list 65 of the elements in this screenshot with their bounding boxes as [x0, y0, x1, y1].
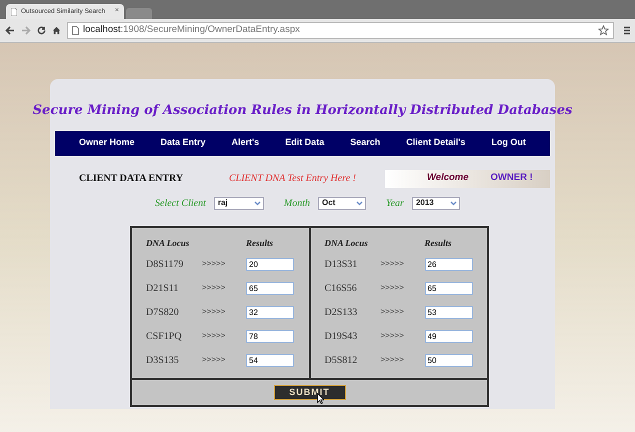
locus-label: D21S11 [146, 282, 180, 296]
nav-link[interactable]: Owner Home [79, 136, 135, 150]
arrow-text: >>>>> [380, 354, 405, 366]
locus-label: D5S812 [324, 354, 358, 368]
locus-label: D3S135 [146, 354, 180, 368]
result-input[interactable]: 32 [246, 306, 294, 318]
section-title: CLIENT DATA ENTRY [79, 172, 184, 186]
dropdown[interactable]: Oct [318, 196, 366, 210]
column-header: DNA Locus [324, 237, 369, 250]
dropdown[interactable]: 2013 [412, 196, 460, 210]
dropdown[interactable]: raj [214, 196, 264, 210]
filter-label: Year [386, 196, 404, 210]
locus-label: D19S43 [324, 330, 358, 344]
column-header: Results [246, 237, 274, 250]
result-input[interactable]: 26 [424, 258, 472, 270]
column-header: Results [424, 237, 452, 250]
user-name: OWNER ! [490, 171, 533, 186]
arrow-text: >>>>> [380, 330, 405, 342]
column-header: DNA Locus [146, 237, 190, 250]
locus-label: CSF1PQ [146, 330, 183, 344]
arrow-text: >>>>> [202, 258, 226, 270]
locus-label: D13S31 [324, 258, 358, 272]
menu-icon[interactable] [624, 26, 630, 35]
page-icon [72, 26, 79, 35]
page-title: Secure Mining of Association Rules in Horizontally Distributed Databases [32, 102, 572, 120]
arrow-text: >>>>> [202, 306, 226, 318]
result-input[interactable]: 53 [424, 306, 472, 318]
result-input[interactable]: 20 [246, 258, 294, 270]
nav-link[interactable]: Alert's [232, 136, 260, 150]
arrow-text: >>>>> [380, 282, 405, 294]
result-input[interactable]: 50 [424, 354, 472, 366]
result-input[interactable]: 65 [246, 282, 294, 294]
nav-link[interactable]: Search [350, 136, 380, 150]
arrow-text: >>>>> [380, 258, 405, 270]
back-icon[interactable] [5, 26, 15, 35]
address-bar[interactable]: localhost:1908/SecureMining/OwnerDataEntry.aspx [67, 22, 614, 39]
caret-icon [356, 200, 363, 206]
arrow-text: >>>>> [202, 282, 226, 294]
submit-button[interactable]: SUBMIT [274, 385, 346, 400]
nav-link[interactable]: Log Out [491, 136, 526, 150]
star-icon[interactable] [598, 25, 609, 36]
url-text: localhost:1908/SecureMining/OwnerDataEntry.aspx [83, 23, 300, 38]
result-input[interactable]: 54 [246, 354, 294, 366]
arrow-text: >>>>> [380, 306, 405, 318]
reload-icon[interactable] [37, 26, 46, 35]
section-hint: CLIENT DNA Test Entry Here ! [229, 172, 357, 186]
locus-label: D2S133 [324, 306, 358, 320]
result-input[interactable]: 65 [424, 282, 472, 294]
locus-label: D7S820 [146, 306, 180, 320]
filter-label: Select Client [155, 196, 206, 210]
page-icon [11, 8, 17, 16]
welcome-text: Welcome [427, 171, 469, 186]
nav-link[interactable]: Data Entry [160, 136, 206, 150]
result-input[interactable]: 78 [246, 330, 294, 342]
filter-label: Month [284, 196, 310, 210]
nav-link[interactable]: Edit Data [285, 136, 324, 150]
result-input[interactable]: 49 [424, 330, 472, 342]
caret-icon [450, 200, 457, 206]
arrow-text: >>>>> [202, 330, 226, 342]
caret-icon [254, 200, 261, 206]
home-icon[interactable] [52, 26, 61, 35]
nav-link[interactable]: Client Detail's [406, 136, 466, 150]
locus-label: D8S1179 [146, 258, 184, 272]
arrow-text: >>>>> [202, 354, 226, 366]
locus-label: C16S56 [324, 282, 358, 296]
